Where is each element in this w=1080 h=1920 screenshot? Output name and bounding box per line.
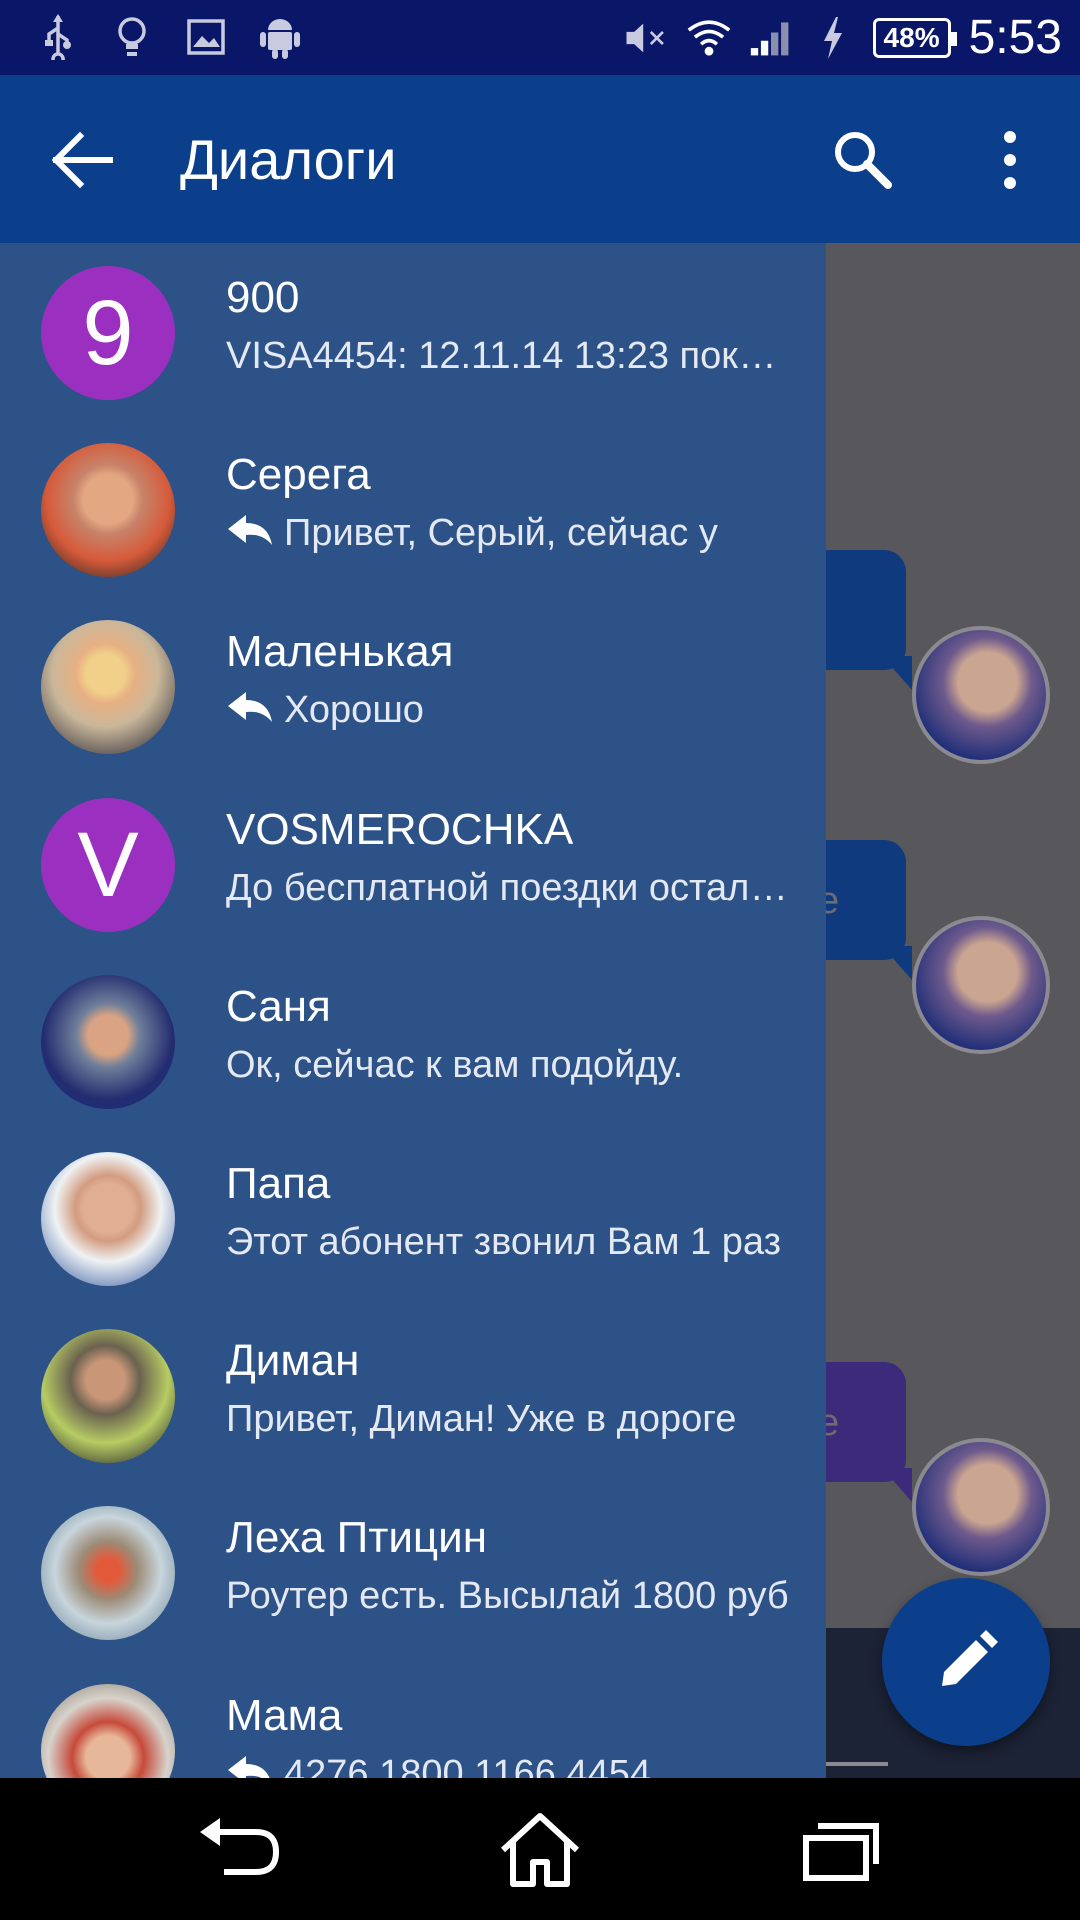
back-arrow-icon[interactable] [48, 125, 118, 195]
nav-back-icon[interactable] [196, 1810, 286, 1890]
dialog-preview: До бесплатной поездки осталось [226, 867, 792, 909]
dialog-preview: VISA4454: 12.11.14 13:23 покупка [226, 335, 792, 377]
pencil-icon [942, 1630, 998, 1686]
avatar [41, 1506, 175, 1640]
clock: 5:53 [968, 11, 1062, 64]
usb-icon [36, 12, 80, 62]
avatar [41, 975, 175, 1109]
dialog-item[interactable]: V VOSMEROCHKA До бесплатной поездки оста… [0, 775, 826, 953]
dialog-item[interactable]: Саня Ок, сейчас к вам подойду. [0, 952, 826, 1130]
avatar [41, 620, 175, 754]
nav-recents-icon[interactable] [796, 1810, 886, 1890]
dialog-preview: Роутер есть. Высылай 1800 руб [226, 1575, 789, 1617]
dialog-item[interactable]: 9 900 VISA4454: 12.11.14 13:23 покупка [0, 243, 826, 421]
dialog-preview: 4276 1800 1166 4454 [226, 1753, 792, 1778]
dialog-preview: Ок, сейчас к вам подойду. [226, 1044, 684, 1086]
status-left-icons [36, 12, 302, 62]
signal-icon [749, 13, 793, 63]
avatar [41, 1684, 175, 1778]
contact-avatar [912, 1438, 1050, 1576]
dialog-preview: Этот абонент звонил Вам 1 раз [226, 1221, 782, 1263]
dialog-item[interactable]: Папа Этот абонент звонил Вам 1 раз [0, 1129, 826, 1307]
android-icon [258, 12, 302, 62]
status-right-icons: 48% 5:53 [625, 10, 1062, 65]
dialog-item[interactable]: Леха Птицин Роутер есть. Высылай 1800 ру… [0, 1483, 826, 1661]
avatar [41, 443, 175, 577]
nav-home-icon[interactable] [495, 1810, 585, 1890]
image-icon [184, 12, 228, 62]
dialog-name: Саня [226, 982, 331, 1031]
compose-button[interactable] [882, 1578, 1050, 1746]
dialog-name: Диман [226, 1336, 360, 1385]
mute-icon [625, 13, 669, 63]
contact-avatar [912, 916, 1050, 1054]
app-bar: Диалоги [0, 75, 1080, 243]
charging-icon [811, 13, 855, 63]
wifi-icon [687, 13, 731, 63]
search-icon[interactable] [830, 127, 896, 193]
avatar [41, 1329, 175, 1463]
dialog-preview: Привет, Диман! Уже в дороге [226, 1398, 737, 1440]
lightbulb-icon [110, 12, 154, 62]
divider [826, 1762, 888, 1766]
dialog-name: Папа [226, 1159, 331, 1208]
dialog-name: VOSMEROCHKA [226, 805, 574, 854]
dialog-name: Мама [226, 1691, 343, 1740]
dialog-preview: Хорошо [226, 689, 792, 732]
battery-indicator: 48% [872, 17, 957, 58]
reply-icon [228, 515, 272, 545]
dialog-item[interactable]: Диман Привет, Диман! Уже в дороге [0, 1306, 826, 1484]
contact-avatar [912, 626, 1050, 764]
dialog-name: Маленькая [226, 627, 454, 676]
dialog-preview: Привет, Серый, сейчас у [226, 512, 792, 555]
dialog-name: Леха Птицин [226, 1513, 488, 1562]
reply-icon [228, 692, 272, 722]
dialog-item[interactable]: Мама 4276 1800 1166 4454 [0, 1661, 826, 1778]
dialog-name: 900 [226, 273, 300, 322]
avatar [41, 1152, 175, 1286]
avatar: 9 [41, 266, 175, 400]
avatar: V [41, 798, 175, 932]
status-bar: 48% 5:53 [0, 0, 1080, 75]
more-vert-icon[interactable] [990, 127, 1030, 193]
page-title: Диалоги [180, 128, 397, 191]
navigation-bar [0, 1778, 1080, 1920]
dialog-item[interactable]: Серега Привет, Серый, сейчас у [0, 420, 826, 598]
reply-icon [228, 1756, 270, 1778]
dialogs-drawer: 9 900 VISA4454: 12.11.14 13:23 покупка С… [0, 243, 826, 1778]
dialog-name: Серега [226, 450, 371, 499]
dialog-item[interactable]: Маленькая Хорошо [0, 597, 826, 775]
